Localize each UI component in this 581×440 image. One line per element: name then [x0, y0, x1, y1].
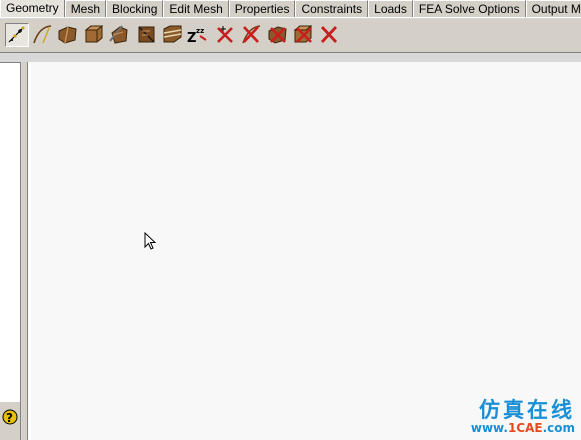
watermark-url-prefix: www.	[470, 421, 508, 435]
watermark-chinese-text: 仿真在线	[479, 397, 575, 422]
tab-edit-mesh[interactable]: Edit Mesh	[163, 0, 229, 17]
svg-text:?: ?	[6, 411, 13, 425]
watermark-url: www.1CAE.com	[457, 421, 575, 435]
tab-geometry[interactable]: Geometry	[0, 0, 65, 17]
help-icon: ?	[2, 409, 18, 425]
create-body-icon[interactable]	[83, 23, 107, 47]
model-tree-strip[interactable]	[0, 62, 21, 402]
restore-dormant-icon[interactable]	[161, 23, 185, 47]
help-button[interactable]: ?	[1, 407, 19, 429]
sleep-dormant-icon[interactable]: Z zz	[186, 23, 210, 47]
repair-geometry-icon[interactable]	[108, 23, 132, 47]
tab-mesh[interactable]: Mesh	[64, 0, 107, 17]
delete-point-icon[interactable]	[214, 23, 238, 47]
mouse-cursor-icon	[144, 231, 158, 252]
watermark: 仿真在线 www.1CAE.com	[457, 399, 575, 437]
tab-bar: Geometry Mesh Blocking Edit Mesh Propert…	[0, 0, 581, 18]
create-curve-icon[interactable]	[31, 23, 55, 47]
geometry-toolbar: Z zz	[0, 19, 581, 53]
delete-surface-icon[interactable]	[266, 23, 290, 47]
tab-blocking[interactable]: Blocking	[106, 0, 164, 17]
delete-curve-icon[interactable]	[240, 23, 264, 47]
graphics-viewport[interactable]	[31, 62, 581, 440]
tab-properties[interactable]: Properties	[228, 0, 296, 17]
watermark-url-brand: 1CAE	[507, 421, 543, 435]
tab-constraints[interactable]: Constraints	[295, 0, 369, 17]
tab-output-mesh[interactable]: Output Mesh	[525, 0, 581, 17]
watermark-url-suffix: .com	[542, 421, 575, 435]
create-surface-icon[interactable]	[56, 23, 80, 47]
delete-body-icon[interactable]	[292, 23, 316, 47]
tab-loads[interactable]: Loads	[368, 0, 413, 17]
create-point-icon[interactable]	[5, 23, 29, 47]
delete-any-entity-icon[interactable]	[318, 23, 342, 47]
tab-fea-solve-options[interactable]: FEA Solve Options	[412, 0, 526, 17]
transform-geometry-icon[interactable]	[136, 23, 160, 47]
svg-text:zz: zz	[196, 27, 204, 35]
